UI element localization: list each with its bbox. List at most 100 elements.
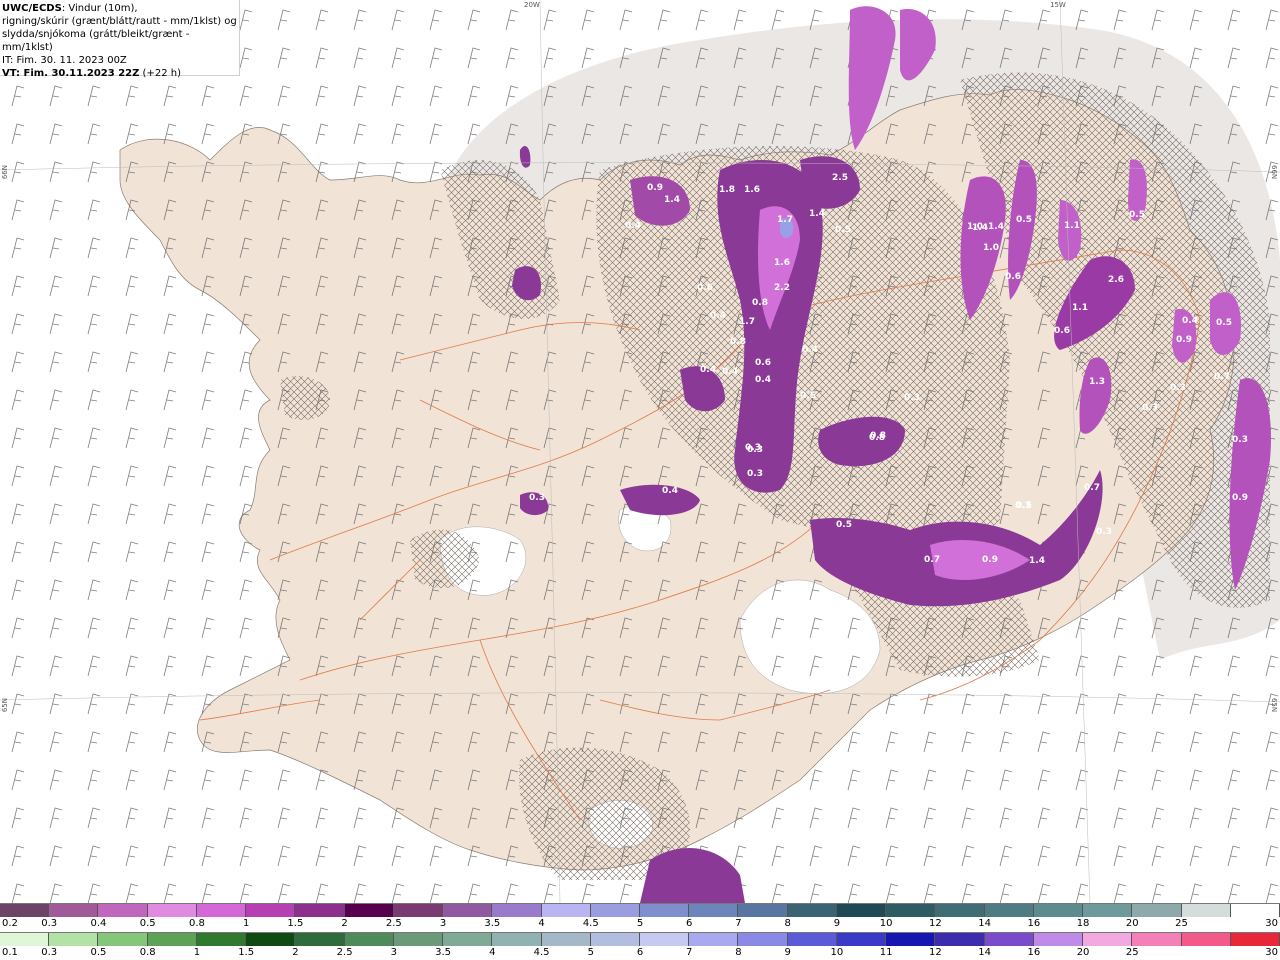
precip-value-label: 0.9	[982, 555, 998, 565]
legend-swatch	[49, 904, 99, 917]
legend-label: 2.5	[385, 918, 402, 929]
precip-value-label: 1.8	[719, 185, 735, 195]
legend-label: 3	[390, 947, 398, 958]
precip-value-label: 2.6	[1108, 275, 1124, 285]
legend-swatch	[886, 904, 936, 917]
precip-value-label: 1.6	[774, 258, 790, 268]
legend-label: 8	[735, 947, 742, 958]
precip-value-label: 0.7	[1015, 501, 1031, 511]
precip-value-label: 0.8	[752, 298, 768, 308]
legend-swatch	[886, 933, 936, 946]
legend-swatch	[49, 933, 99, 946]
precip-value-label: 0.4	[722, 367, 738, 377]
lat-label-right-bottom: 65N	[1270, 698, 1278, 713]
legend-swatch	[836, 904, 887, 917]
legend-label: 1	[193, 947, 201, 958]
legend-label: 25	[1175, 918, 1188, 929]
precip-value-label: 0.7	[924, 555, 940, 565]
legend-swatch	[147, 904, 197, 917]
legend-swatch	[0, 933, 50, 946]
legend-swatch	[344, 933, 394, 946]
legend-label: 4	[489, 947, 496, 958]
legend-label: 2	[292, 947, 299, 958]
legend-label: 5	[587, 947, 594, 958]
legend-swatch	[147, 933, 197, 946]
legend-label: 3.5	[484, 918, 501, 929]
precip-value-label: 1.4	[1029, 556, 1045, 566]
legend-label: 0.1	[2, 947, 18, 958]
info-line3: slydda/snjókoma (grátt/bleikt/grænt - mm…	[2, 29, 190, 53]
info-title-bold: UWC/ECDS	[2, 3, 62, 14]
precip-value-label: 0.3	[745, 443, 761, 453]
legend-label: 16	[1027, 918, 1041, 929]
precip-value-label: 1.4	[664, 195, 680, 205]
wind-barbs	[0, 0, 1280, 903]
legend-swatch	[344, 904, 394, 917]
legend-swatch	[492, 933, 542, 946]
legend-swatch	[246, 933, 296, 946]
precip-value-label: 0.8	[870, 431, 886, 441]
precip-value-label: 0.4	[755, 375, 771, 385]
precip-value-label: 0.5	[1129, 210, 1145, 220]
precip-value-label: 1.3	[1089, 377, 1105, 387]
precip-value-label: 0.7	[1084, 483, 1100, 493]
precip-value-label: 0.5	[1016, 215, 1032, 225]
precip-value-label: 1.1	[1072, 303, 1088, 313]
legend-swatch	[640, 933, 690, 946]
legend-rain-colorbar	[0, 932, 1280, 946]
legend-swatch	[689, 904, 739, 917]
precip-value-label: 2.5	[832, 173, 848, 183]
legend-label: 6	[636, 947, 644, 958]
precip-value-label: 0.6	[697, 283, 713, 293]
precip-value-label: 0.4	[625, 221, 641, 231]
precip-value-label: 0.6	[1005, 272, 1021, 282]
legend-swatch	[836, 933, 887, 946]
legend-label: 25	[1125, 947, 1139, 958]
precip-value-label: 0.3	[1170, 383, 1186, 393]
legend-swatch	[492, 904, 542, 917]
legend-label: 9	[833, 918, 841, 929]
precip-value-label: 0.8	[730, 337, 746, 347]
legend-label: 10	[830, 947, 844, 958]
legend-label: 1.5	[238, 947, 255, 958]
legend-label: 1	[242, 918, 250, 929]
legend-swatch	[196, 933, 247, 946]
info-lead-time: (+22 h)	[139, 68, 181, 79]
precip-value-label: 0.3	[747, 469, 763, 479]
legend-swatch	[246, 904, 296, 917]
legend-label: 5	[636, 918, 644, 929]
precip-value-label: 1.7	[777, 215, 793, 225]
legend-label: 0.8	[139, 947, 156, 958]
precip-value-label: 0.9	[1176, 335, 1192, 345]
legend-swatch	[640, 904, 690, 917]
lat-label-left-top: 66N	[1, 165, 9, 180]
precip-value-label: 0.3	[1142, 403, 1158, 413]
legend-label: 20	[1125, 918, 1139, 929]
precip-value-label: 0.4	[710, 311, 726, 321]
precip-value-label: 1.4	[809, 209, 825, 219]
lon-label-20w: 20W	[524, 1, 540, 9]
legend-swatch	[984, 904, 1034, 917]
legend-label: 14	[978, 947, 991, 958]
map-info-box: UWC/ECDS: Vindur (10m), rigning/skúrir (…	[0, 0, 240, 79]
legend-swatch	[935, 904, 985, 917]
legend-swatch	[787, 904, 837, 917]
legend-label: 0.4	[90, 918, 107, 929]
legend-swatch	[1083, 933, 1133, 946]
legend-swatch	[196, 904, 247, 917]
precip-value-label: 1.4	[988, 222, 1004, 232]
legend-swatch	[98, 933, 148, 946]
precip-value-label: 0.4	[1182, 316, 1198, 326]
legend-label: 0.3	[41, 947, 58, 958]
legend-swatch	[984, 933, 1034, 946]
legend-label: 16	[1027, 947, 1041, 958]
lon-label-15w: 15W	[1050, 1, 1066, 9]
precip-value-label: 0.5	[836, 520, 852, 530]
precip-value-label: 0.3	[904, 393, 920, 403]
legend-label: 7	[735, 918, 742, 929]
legend-label: 20	[1076, 947, 1090, 958]
legend-swatch	[1230, 904, 1280, 917]
weather-map: 0.91.41.8 1.62.51.71.40.50.41.62.20.81.70…	[0, 0, 1280, 903]
legend-label: 3.5	[435, 947, 452, 958]
legend-swatch	[738, 933, 788, 946]
